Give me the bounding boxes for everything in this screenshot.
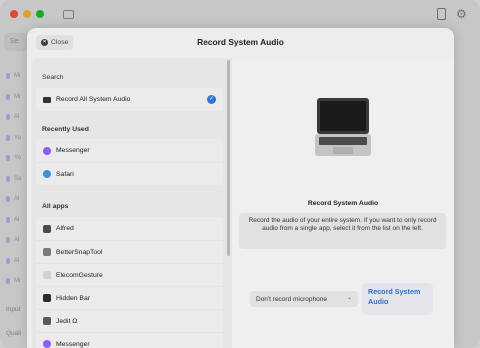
hidden-bar-icon	[43, 294, 51, 302]
app-list-item-label: Messenger	[56, 340, 90, 348]
sidebar-toggle-icon[interactable]	[63, 9, 74, 19]
laptop-icon	[315, 98, 371, 156]
app-list-item[interactable]: Messenger	[36, 332, 223, 348]
library-icon[interactable]	[437, 8, 446, 20]
app-list-item-label: Jedit Ω	[56, 317, 78, 325]
gear-icon[interactable]: ⚙	[456, 8, 468, 20]
detail-title: Record System Audio	[307, 200, 379, 207]
microphone-icon	[6, 93, 10, 100]
messenger-icon	[43, 146, 51, 155]
background-list-label: Yo	[14, 155, 21, 162]
laptop-icon	[43, 96, 51, 103]
background-list-item: Yo	[6, 128, 21, 149]
microphone-icon	[6, 278, 10, 285]
background-list-item: Mi	[6, 271, 21, 292]
background-list: Mi Mi Al Yo Yo Sa Al Al Al Al Mi	[6, 66, 21, 292]
background-list-label: Yo	[14, 134, 21, 141]
app-list-item-label: Messenger	[56, 147, 90, 154]
app-list-item[interactable]: Messenger	[36, 139, 223, 162]
app-list-item-label: BetterSnapTool	[56, 248, 103, 256]
background-list-item: Al	[6, 189, 21, 210]
modal-title: Record System Audio	[197, 37, 284, 47]
background-list-label: Mi	[14, 93, 21, 100]
close-window-icon[interactable]	[10, 10, 18, 18]
elecomgesture-icon	[43, 271, 51, 279]
background-list-item: Al	[6, 210, 21, 231]
background-list-label: Al	[14, 257, 20, 264]
app-list-item[interactable]: Hidden Bar	[36, 286, 223, 309]
alfred-icon	[43, 224, 51, 233]
app-list-item-label: Alfred	[56, 225, 74, 232]
microphone-select[interactable]: Don't record microphone ⌄	[250, 291, 358, 307]
minimize-window-icon[interactable]	[23, 10, 31, 18]
microphone-icon	[6, 114, 10, 121]
bettersnaptool-icon	[43, 248, 51, 256]
chevron-down-icon: ⌄	[346, 295, 352, 301]
scrollbar-thumb[interactable]	[227, 60, 230, 256]
background-list-item: Sa	[6, 169, 21, 190]
microphone-icon	[6, 134, 10, 141]
system-audio-card: Record All System Audio ✓	[36, 88, 223, 111]
background-list-label: Mi	[14, 73, 21, 80]
record-all-system-audio-label: Record All System Audio	[56, 96, 131, 103]
recently-used-header: Recently Used	[42, 126, 89, 133]
record-all-system-audio-item[interactable]: Record All System Audio ✓	[36, 88, 223, 111]
app-list-item-label: ElecomGesture	[56, 271, 103, 279]
background-list-item: Mi	[6, 87, 21, 108]
all-apps-header: All apps	[42, 203, 69, 210]
jedit-icon	[43, 317, 51, 325]
microphone-select-value: Don't record microphone	[256, 295, 327, 303]
background-quality-label: Quali	[6, 330, 22, 337]
all-apps-list: Alfred BetterSnapTool ElecomGesture Hidden …	[36, 217, 223, 348]
app-list-item-label: Hidden Bar	[56, 294, 91, 302]
microphone-icon	[6, 155, 10, 162]
microphone-icon	[6, 175, 10, 182]
modal-header: × Close Record System Audio	[27, 28, 454, 58]
background-list-label: Mi	[14, 278, 21, 285]
background-list-label: Sa	[14, 175, 22, 182]
detail-panel: Record System Audio Record the audio of …	[232, 58, 454, 348]
safari-icon	[43, 170, 51, 178]
app-list-item[interactable]: Alfred	[36, 217, 223, 240]
search-input[interactable]: Search	[42, 69, 228, 85]
background-list-item: Al	[6, 251, 21, 272]
background-list-item: Al	[6, 107, 21, 128]
app-picker-panel: Search Record All System Audio ✓ Recentl…	[32, 58, 236, 348]
background-list-item: Al	[6, 230, 21, 251]
app-list-item[interactable]: Jedit Ω	[36, 309, 223, 332]
background-list-item: Yo	[6, 148, 21, 169]
recently-used-list: Messenger Safari	[36, 139, 223, 185]
checkmark-icon: ✓	[207, 95, 216, 104]
microphone-icon	[6, 196, 10, 203]
background-list-label: Al	[14, 196, 20, 203]
detail-description: Record the audio of your entire system. …	[239, 213, 446, 249]
microphone-icon	[6, 257, 10, 264]
app-list-item-label: Safari	[56, 170, 74, 178]
app-list-item[interactable]: Safari	[36, 162, 223, 185]
record-system-audio-modal: × Close Record System Audio Search Recor…	[27, 28, 454, 348]
background-list-label: Al	[14, 237, 20, 244]
search-label: Search	[42, 73, 64, 81]
zoom-window-icon[interactable]	[36, 10, 44, 18]
messenger-icon	[43, 340, 51, 348]
app-list-item[interactable]: ElecomGesture	[36, 263, 223, 286]
background-list-label: Al	[14, 216, 20, 223]
background-list-label: Al	[14, 114, 20, 121]
background-titlebar	[0, 0, 480, 28]
app-list-item[interactable]: BetterSnapTool	[36, 240, 223, 263]
background-list-item: Mi	[6, 66, 21, 87]
microphone-icon	[6, 73, 10, 80]
microphone-icon	[6, 216, 10, 223]
background-input-label: Input	[6, 306, 21, 313]
record-system-audio-button[interactable]: Record System Audio	[362, 283, 433, 315]
microphone-icon	[6, 237, 10, 244]
